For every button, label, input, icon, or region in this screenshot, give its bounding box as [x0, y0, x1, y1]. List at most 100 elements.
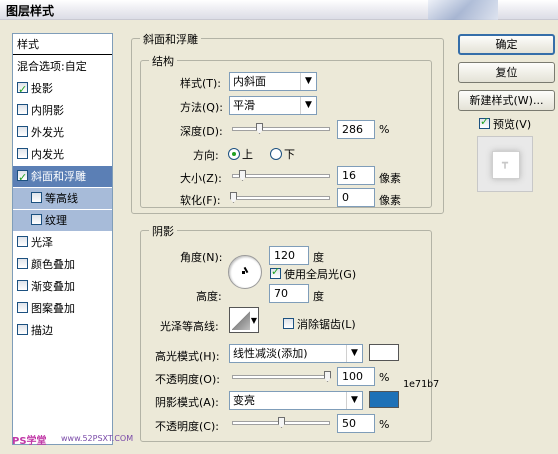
shadow-color-swatch[interactable]	[369, 391, 399, 408]
new-style-button[interactable]: 新建样式(W)...	[458, 90, 555, 111]
direction-up-option[interactable]: 上	[228, 146, 253, 162]
chevron-down-icon: ▼	[300, 97, 316, 114]
style-item-label: 渐变叠加	[31, 280, 75, 293]
style-item-stroke[interactable]: 描边	[13, 320, 112, 341]
style-item-label: 光泽	[31, 236, 53, 249]
color-overlay-checkbox[interactable]	[17, 258, 28, 269]
title-decoration	[428, 0, 498, 20]
size-input[interactable]: 16	[337, 166, 375, 185]
contour-checkbox[interactable]	[31, 192, 42, 203]
style-item-satin[interactable]: 光泽	[13, 232, 112, 253]
gloss-contour-picker[interactable]: ▼	[229, 307, 259, 333]
style-item-inner-glow[interactable]: 内发光	[13, 144, 112, 165]
style-item-contour[interactable]: 等高线	[13, 188, 112, 209]
soften-unit: 像素	[379, 194, 401, 207]
ok-button[interactable]: 确定	[458, 34, 555, 55]
preview-tile: ┳	[492, 151, 520, 179]
global-light-checkbox[interactable]	[270, 265, 281, 279]
style-item-bevel-emboss[interactable]: 斜面和浮雕	[13, 166, 112, 188]
pattern-overlay-checkbox[interactable]	[17, 302, 28, 313]
gradient-overlay-checkbox[interactable]	[17, 280, 28, 291]
angle-center	[242, 271, 245, 274]
drop-shadow-checkbox[interactable]	[17, 79, 28, 100]
reset-button[interactable]: 复位	[458, 62, 555, 83]
style-item-label: 内发光	[31, 148, 64, 161]
antialias-label: 消除锯齿(L)	[297, 318, 356, 331]
antialias-checkbox[interactable]	[283, 318, 294, 329]
technique-select[interactable]: 平滑 ▼	[229, 96, 317, 115]
altitude-label: 高度:	[196, 290, 222, 303]
inner-glow-checkbox[interactable]	[17, 148, 28, 159]
preview-checkbox[interactable]	[479, 115, 490, 129]
style-item-label: 图案叠加	[31, 302, 75, 315]
global-light-option[interactable]: 使用全局光(G)	[270, 265, 356, 282]
size-label: 大小(Z):	[180, 172, 222, 185]
highlight-mode-label: 高光模式(H):	[155, 350, 220, 363]
style-item-pattern-overlay[interactable]: 图案叠加	[13, 298, 112, 319]
blend-options-item[interactable]: 混合选项:自定	[13, 56, 112, 77]
style-item-inner-shadow[interactable]: 内阴影	[13, 100, 112, 121]
direction-up-radio[interactable]	[228, 148, 240, 160]
highlight-opacity-input[interactable]: 100	[337, 367, 375, 386]
inner-shadow-checkbox[interactable]	[17, 104, 28, 115]
style-item-texture[interactable]: 纹理	[13, 210, 112, 231]
size-slider[interactable]	[232, 170, 330, 181]
shadow-opacity-input[interactable]: 50	[337, 414, 375, 433]
preview-label: 预览(V)	[493, 118, 532, 131]
technique-label: 方法(Q):	[180, 101, 223, 114]
depth-slider[interactable]	[232, 123, 330, 134]
shadow-mode-select[interactable]: 变亮 ▼	[229, 391, 363, 410]
highlight-mode-select[interactable]: 线性减淡(添加) ▼	[229, 344, 363, 363]
highlight-color-swatch[interactable]	[369, 344, 399, 361]
direction-up-label: 上	[242, 148, 253, 161]
soften-input[interactable]: 0	[337, 188, 375, 207]
angle-dial[interactable]	[228, 255, 262, 289]
contour-curve-icon	[232, 310, 250, 330]
satin-checkbox[interactable]	[17, 236, 28, 247]
shadow-color-annotation: 1e71b7	[403, 379, 440, 390]
style-item-label: 内阴影	[31, 104, 64, 117]
chevron-down-icon: ▼	[300, 73, 316, 90]
shadow-opacity-unit: %	[379, 418, 390, 431]
direction-down-option[interactable]: 下	[270, 146, 295, 162]
angle-label: 角度(N):	[180, 251, 223, 264]
watermark-right: www.52PSXT.COM	[61, 434, 134, 443]
bevel-emboss-checkbox[interactable]	[17, 167, 28, 188]
highlight-mode-value: 线性减淡(添加)	[233, 347, 308, 360]
shadow-opacity-slider[interactable]	[232, 417, 330, 428]
structure-title: 结构	[149, 53, 177, 69]
soften-slider[interactable]	[230, 192, 330, 203]
highlight-opacity-slider[interactable]	[232, 371, 331, 382]
texture-checkbox[interactable]	[31, 214, 42, 225]
style-preview-thumbnail: ┳	[477, 136, 533, 192]
depth-input[interactable]: 286	[337, 120, 375, 139]
technique-value: 平滑	[233, 99, 255, 112]
style-item-color-overlay[interactable]: 颜色叠加	[13, 254, 112, 275]
depth-label: 深度(D):	[180, 125, 223, 138]
bevel-style-select[interactable]: 内斜面 ▼	[229, 72, 317, 91]
chevron-down-icon: ▼	[346, 345, 362, 362]
outer-glow-checkbox[interactable]	[17, 126, 28, 137]
angle-unit: 度	[313, 251, 324, 264]
watermark-left: PS学堂	[12, 436, 47, 447]
style-item-label: 颜色叠加	[31, 258, 75, 271]
chevron-down-icon: ▼	[346, 392, 362, 409]
style-list-header[interactable]: 样式	[13, 34, 112, 55]
direction-label: 方向:	[193, 149, 219, 162]
direction-down-radio[interactable]	[270, 148, 282, 160]
style-item-label: 等高线	[45, 192, 78, 205]
depth-unit: %	[379, 123, 390, 136]
angle-input[interactable]: 120	[269, 246, 309, 265]
style-list: 样式 混合选项:自定 投影 内阴影 外发光 内发光 斜面和浮雕 等高线 纹理 光…	[12, 33, 113, 445]
style-item-outer-glow[interactable]: 外发光	[13, 122, 112, 143]
bevel-style-value: 内斜面	[233, 75, 266, 88]
antialias-option[interactable]: 消除锯齿(L)	[283, 316, 356, 332]
bevel-emboss-title: 斜面和浮雕	[140, 31, 201, 47]
preview-option[interactable]: 预览(V)	[479, 115, 532, 132]
style-item-gradient-overlay[interactable]: 渐变叠加	[13, 276, 112, 297]
highlight-opacity-unit: %	[379, 371, 390, 384]
shadow-opacity-label: 不透明度(C):	[155, 420, 219, 433]
style-item-drop-shadow[interactable]: 投影	[13, 78, 112, 100]
stroke-checkbox[interactable]	[17, 324, 28, 335]
altitude-input[interactable]: 70	[269, 284, 309, 303]
